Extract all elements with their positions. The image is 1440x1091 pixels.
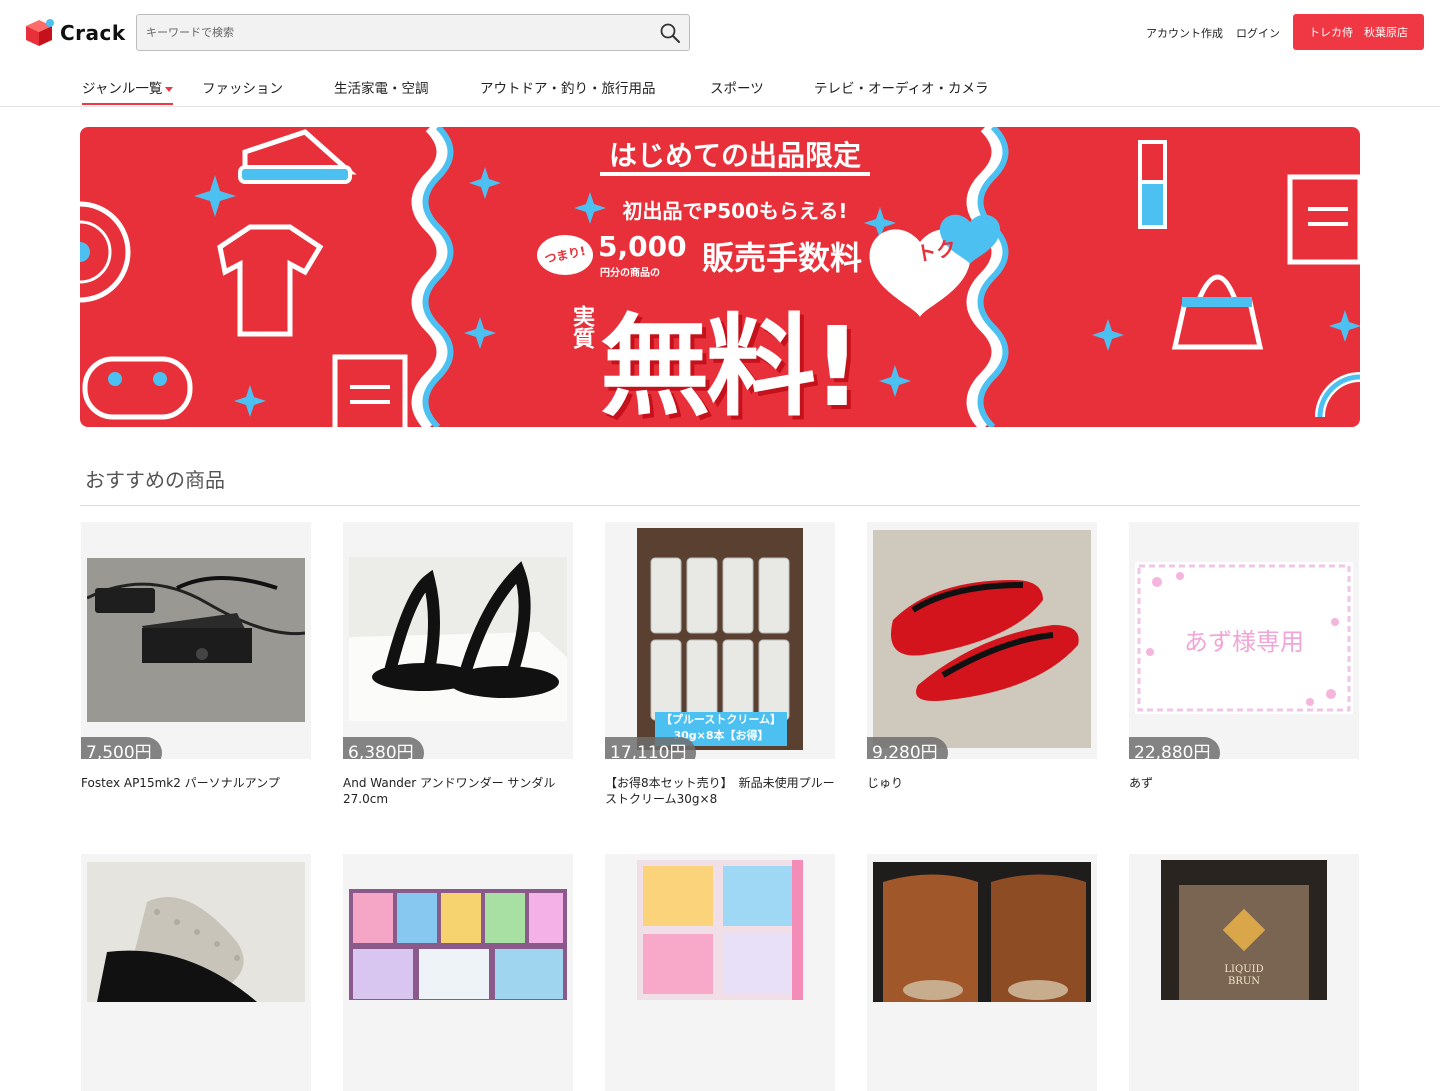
banner-amount: 5,000 [598,230,687,263]
category-nav: ジャンル一覧 ファッション 生活家電・空調 アウトドア・釣り・旅行用品 スポーツ… [0,64,1440,107]
product-image [637,860,803,1000]
search-icon[interactable] [659,22,681,44]
overlay-line-1: 【プルーストクリーム】 [660,713,782,726]
product-image [349,889,567,1000]
product-thumbnail [605,854,835,1091]
product-card[interactable]: 6,380円 And Wander アンドワンダー サンダル 27.0cm [343,522,573,806]
banner-line1: 初出品でP500もらえる! [622,199,848,223]
product-card-text: あず様専用 [1184,628,1304,656]
promo-banner[interactable]: はじめての出品限定 初出品でP500もらえる! つまり! 5,000 円分の商品… [80,127,1360,427]
product-thumbnail [867,854,1097,1091]
logo-text: Crack [60,21,126,45]
product-name: じゅり [867,776,904,790]
section-divider [80,505,1360,506]
product-image [87,862,305,1002]
product-thumbnail: あず様専用 22,880円 [1129,522,1359,759]
product-image [87,558,305,722]
product-card[interactable] [343,854,573,1091]
price-tag: 6,380円 [343,737,424,759]
product-card[interactable]: LIQUID BRUN [1129,854,1359,1091]
product-image: LIQUID BRUN [1161,860,1327,1000]
nav-item-sports[interactable]: スポーツ [710,77,764,97]
price-tag: 17,110円 [605,737,697,759]
product-name: あず [1129,776,1154,790]
product-card[interactable] [81,854,311,1091]
lipstick-icon [1138,140,1167,229]
banner-jisshitsu: 実質 [566,305,596,358]
product-image [873,862,1091,1002]
search-input[interactable] [137,15,637,50]
nav-item-fashion[interactable]: ファッション [202,77,283,97]
notebook-icon [1287,174,1360,265]
product-thumbnail: 7,500円 [81,522,311,759]
book-icon [332,354,408,427]
product-thumbnail [81,854,311,1091]
header: Crack アカウント作成 ログイン トレカ侍 秋葉原店 [0,0,1440,64]
banner-free: 無料! [600,303,862,427]
search-bar [136,14,690,51]
product-thumbnail [343,854,573,1091]
login-link[interactable]: ログイン [1236,25,1280,41]
gamepad-icon [82,356,193,420]
product-thumbnail: 6,380円 [343,522,573,759]
product-card[interactable]: 9,280円 じゅり [867,522,1097,790]
product-thumbnail: LIQUID BRUN [1129,854,1359,1091]
price-tag: 22,880円 [1129,737,1221,759]
product-name: Fostex AP15mk2 パーソナルアンプ [81,776,280,790]
product-card[interactable]: あず様専用 22,880円 あず [1129,522,1359,790]
logo-cube-icon [26,19,54,46]
product-thumbnail: 9,280円 [867,522,1097,759]
create-account-link[interactable]: アカウント作成 [1146,25,1223,41]
nav-genre-label: ジャンル一覧 [82,81,163,97]
product-name: 【お得8本セット売り】 新品未使用プルーストクリーム30g×8 [605,776,835,806]
product-card[interactable] [605,854,835,1091]
banner-headline: はじめての出品限定 [608,139,861,172]
nav-genre-dropdown[interactable]: ジャンル一覧 [82,77,174,105]
product-card[interactable]: 7,500円 Fostex AP15mk2 パーソナルアンプ [81,522,311,790]
svg-text:LIQUID: LIQUID [1224,964,1263,975]
price-tag: 7,500円 [81,737,162,759]
section-title: おすすめの商品 [85,468,225,492]
product-image [349,557,567,721]
svg-text:BRUN: BRUN [1228,976,1260,987]
caret-down-icon [165,86,174,92]
price-tag: 9,280円 [867,737,948,759]
store-button[interactable]: トレカ侍 秋葉原店 [1293,14,1424,50]
banner-jisshitsu-text: 実質 [569,305,594,349]
product-card[interactable] [867,854,1097,1091]
product-name: And Wander アンドワンダー サンダル 27.0cm [343,776,556,806]
banner-fee: 販売手数料 [702,239,863,277]
product-thumbnail: 【プルーストクリーム】 30g×8本【お得】 17,110円 [605,522,835,759]
logo[interactable]: Crack [24,18,126,48]
nav-item-outdoor[interactable]: アウトドア・釣り・旅行用品 [480,77,656,97]
nav-item-appliances[interactable]: 生活家電・空調 [334,77,429,97]
product-image [873,530,1091,748]
nav-item-av-camera[interactable]: テレビ・オーディオ・カメラ [814,77,989,97]
product-card[interactable]: 【プルーストクリーム】 30g×8本【お得】 17,110円 【お得8本セット売… [605,522,835,806]
